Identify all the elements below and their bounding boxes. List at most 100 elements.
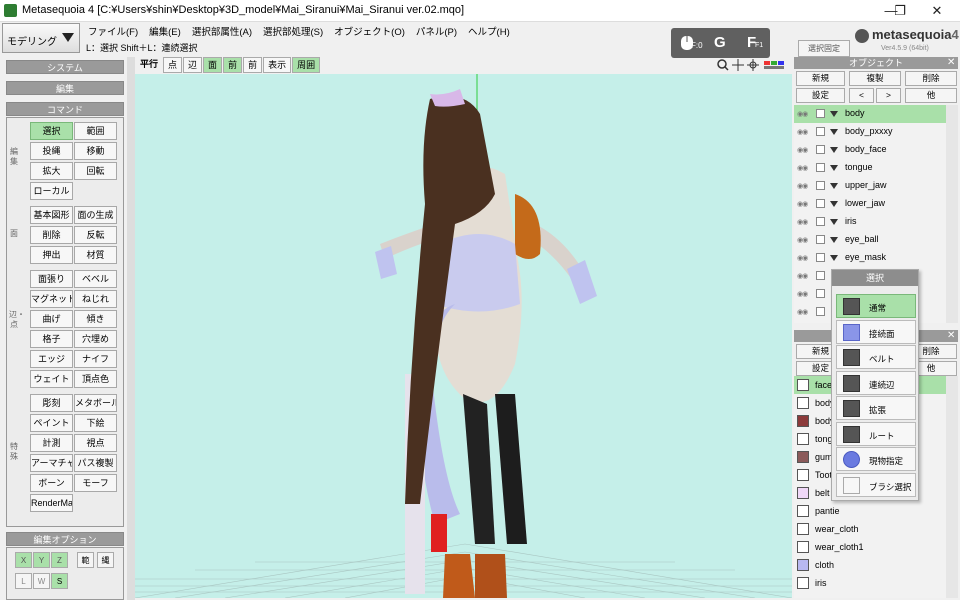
view-nav-icons[interactable] bbox=[716, 58, 790, 72]
lock-checkbox[interactable] bbox=[816, 271, 825, 280]
delete-button[interactable]: 削除 bbox=[30, 226, 73, 244]
face-create-button[interactable]: 面の生成 bbox=[74, 206, 117, 224]
opt-y-toggle[interactable]: Y bbox=[33, 552, 50, 568]
expand-icon[interactable] bbox=[830, 165, 838, 171]
opt-x-toggle[interactable]: X bbox=[15, 552, 32, 568]
select-mode-belt[interactable]: ベルト bbox=[836, 345, 916, 369]
object-panel-header[interactable]: オブジェクト bbox=[794, 57, 958, 69]
path-clone-button[interactable]: パス複製 bbox=[74, 454, 117, 472]
material-row[interactable]: wear_cloth bbox=[794, 520, 946, 538]
paint-button[interactable]: ペイント bbox=[30, 414, 73, 432]
armature-button[interactable]: アーマチャー bbox=[30, 454, 73, 472]
expand-icon[interactable] bbox=[830, 183, 838, 189]
lock-checkbox[interactable] bbox=[816, 109, 825, 118]
view-vertex-toggle[interactable]: 点 bbox=[163, 57, 183, 73]
view-face-toggle[interactable]: 面 bbox=[203, 57, 223, 73]
object-row[interactable]: ◉◉ tongue bbox=[794, 159, 946, 177]
menu-edit[interactable]: 編集(E) bbox=[145, 22, 188, 38]
face-fill-button[interactable]: 面張り bbox=[30, 270, 73, 288]
object-row[interactable]: ◉◉ iris bbox=[794, 213, 946, 231]
local-tool-button[interactable]: ローカル bbox=[30, 182, 73, 200]
command-header[interactable]: コマンド bbox=[6, 102, 124, 116]
material-list-scrollbar[interactable] bbox=[946, 376, 958, 598]
visibility-icon[interactable]: ◉◉ bbox=[797, 218, 808, 226]
measure-button[interactable]: 計測 bbox=[30, 434, 73, 452]
expand-icon[interactable] bbox=[830, 111, 838, 117]
visibility-icon[interactable]: ◉◉ bbox=[797, 290, 808, 298]
material-row[interactable]: cloth bbox=[794, 556, 946, 574]
primitive-button[interactable]: 基本図形 bbox=[30, 206, 73, 224]
object-row[interactable]: ◉◉ eye_mask bbox=[794, 249, 946, 267]
expand-icon[interactable] bbox=[830, 147, 838, 153]
vertex-color-button[interactable]: 頂点色 bbox=[74, 370, 117, 388]
magnet-button[interactable]: マグネット bbox=[30, 290, 73, 308]
object-new-button[interactable]: 新規 bbox=[796, 71, 845, 86]
edit-header[interactable]: 編集 bbox=[6, 81, 124, 95]
opt-lasso-toggle[interactable]: 縄 bbox=[97, 552, 114, 568]
object-row[interactable]: ◉◉ body_pxxxy bbox=[794, 123, 946, 141]
object-row[interactable]: ◉◉ body bbox=[794, 105, 946, 123]
select-mode-expand[interactable]: 拡張 bbox=[836, 396, 916, 420]
lock-checkbox[interactable] bbox=[816, 145, 825, 154]
tilt-button[interactable]: 傾き bbox=[74, 310, 117, 328]
visibility-icon[interactable]: ◉◉ bbox=[797, 308, 808, 316]
expand-icon[interactable] bbox=[830, 219, 838, 225]
object-duplicate-button[interactable]: 複製 bbox=[849, 71, 901, 86]
visibility-icon[interactable]: ◉◉ bbox=[797, 236, 808, 244]
select-mode-route[interactable]: ルート bbox=[836, 421, 916, 446]
object-delete-button[interactable]: 削除 bbox=[905, 71, 957, 86]
lasso-tool-button[interactable]: 投縄 bbox=[30, 142, 73, 160]
expand-icon[interactable] bbox=[830, 237, 838, 243]
opt-w-toggle[interactable]: W bbox=[33, 573, 50, 589]
lock-checkbox[interactable] bbox=[816, 235, 825, 244]
menu-object[interactable]: オブジェクト(O) bbox=[330, 22, 412, 38]
expand-icon[interactable] bbox=[830, 255, 838, 261]
menu-panel[interactable]: パネル(P) bbox=[412, 22, 464, 38]
view-parallel-label[interactable]: 平行 bbox=[136, 57, 162, 73]
lock-checkbox[interactable] bbox=[816, 199, 825, 208]
flip-button[interactable]: 反転 bbox=[74, 226, 117, 244]
select-mode-brush[interactable]: ブラシ選択 bbox=[836, 472, 916, 497]
view-edge-toggle[interactable]: 辺 bbox=[183, 57, 203, 73]
left-scrollbar[interactable] bbox=[127, 57, 135, 600]
visibility-icon[interactable]: ◉◉ bbox=[797, 164, 808, 172]
lock-checkbox[interactable] bbox=[816, 217, 825, 226]
lock-checkbox[interactable] bbox=[816, 307, 825, 316]
edit-options-header[interactable]: 編集オプション bbox=[6, 532, 124, 546]
metaball-button[interactable]: メタボール bbox=[74, 394, 117, 412]
visibility-icon[interactable]: ◉◉ bbox=[797, 146, 808, 154]
expand-icon[interactable] bbox=[830, 129, 838, 135]
extrude-button[interactable]: 押出 bbox=[30, 246, 73, 264]
opt-s-toggle[interactable]: S bbox=[51, 573, 68, 589]
visibility-icon[interactable]: ◉◉ bbox=[797, 110, 808, 118]
lattice-button[interactable]: 格子 bbox=[30, 330, 73, 348]
lock-checkbox[interactable] bbox=[816, 163, 825, 172]
lock-checkbox[interactable] bbox=[816, 253, 825, 262]
material-row[interactable]: wear_cloth1 bbox=[794, 538, 946, 556]
hole-fill-button[interactable]: 穴埋め bbox=[74, 330, 117, 348]
3d-viewport[interactable] bbox=[135, 74, 792, 598]
object-other-button[interactable]: 他 bbox=[905, 88, 957, 103]
select-mode-connected[interactable]: 接続面 bbox=[836, 319, 916, 344]
range-tool-button[interactable]: 範囲 bbox=[74, 122, 117, 140]
weight-button[interactable]: ウェイト bbox=[30, 370, 73, 388]
scale-tool-button[interactable]: 拡大 bbox=[30, 162, 73, 180]
lock-checkbox[interactable] bbox=[816, 289, 825, 298]
mode-select[interactable]: モデリング bbox=[2, 23, 80, 53]
visibility-icon[interactable]: ◉◉ bbox=[797, 200, 808, 208]
visibility-icon[interactable]: ◉◉ bbox=[797, 182, 808, 190]
bend-button[interactable]: 曲げ bbox=[30, 310, 73, 328]
object-prev-button[interactable]: < bbox=[849, 88, 874, 103]
select-mode-exact[interactable]: 現物指定 bbox=[836, 447, 916, 471]
close-button[interactable]: ✕ bbox=[914, 0, 960, 22]
object-next-button[interactable]: > bbox=[876, 88, 901, 103]
object-row[interactable]: ◉◉ eye_ball bbox=[794, 231, 946, 249]
rotate-view-icon[interactable] bbox=[747, 59, 759, 71]
object-row[interactable]: ◉◉ body_face bbox=[794, 141, 946, 159]
opt-l-toggle[interactable]: L bbox=[15, 573, 32, 589]
visibility-icon[interactable]: ◉◉ bbox=[797, 254, 808, 262]
bone-button[interactable]: ボーン bbox=[30, 474, 73, 492]
view-display-button[interactable]: 表示 bbox=[263, 57, 292, 73]
move-view-icon[interactable] bbox=[732, 59, 744, 71]
object-list-scrollbar[interactable] bbox=[946, 105, 958, 323]
